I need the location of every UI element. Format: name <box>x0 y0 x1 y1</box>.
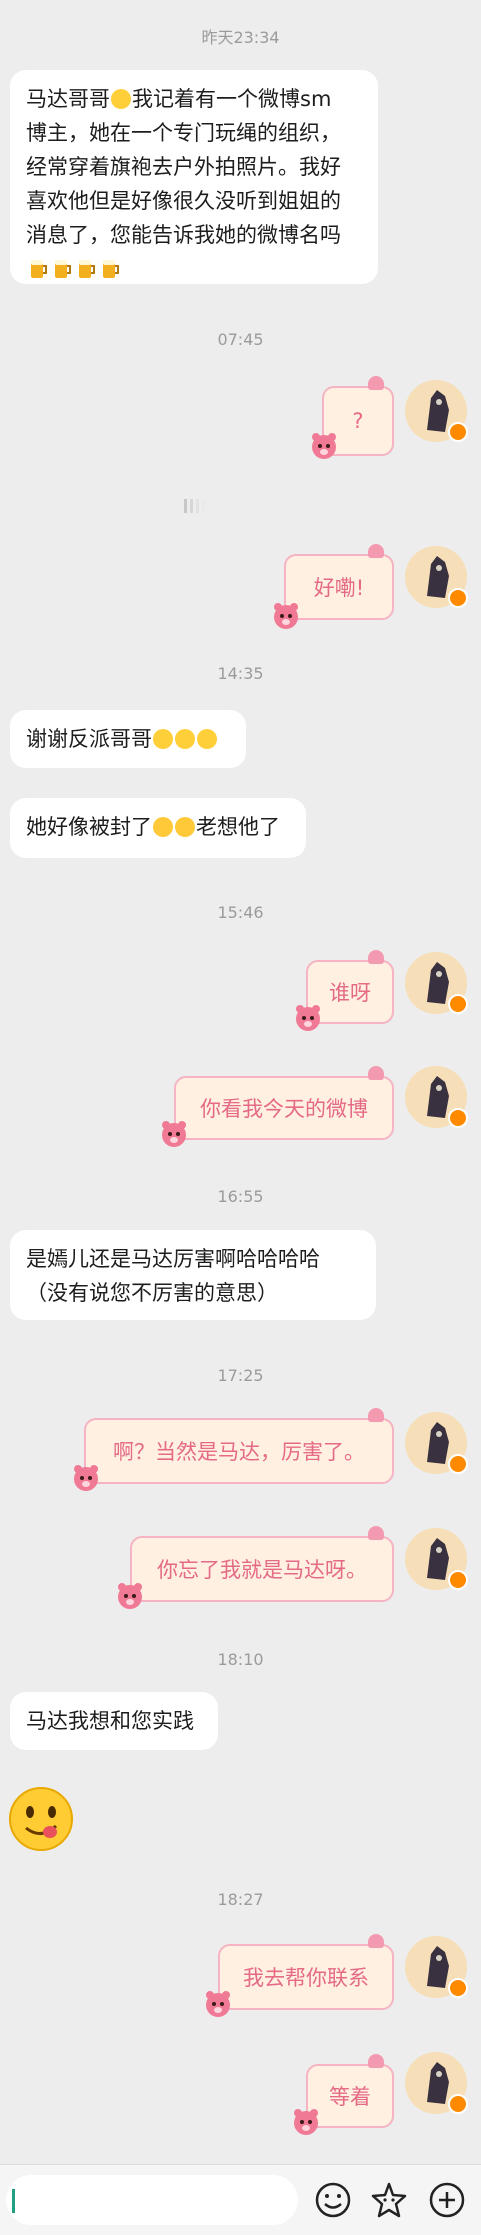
message-text: 她好像被封了 <box>26 815 152 839</box>
text-cursor <box>12 2189 15 2213</box>
strawberry-bear-sticker-icon <box>116 1582 144 1610</box>
strawberry-bear-sticker-icon <box>292 2108 320 2136</box>
shocked-emoji-icon <box>153 729 173 749</box>
verified-badge-icon <box>448 1454 468 1474</box>
timestamp: 15:46 <box>217 903 264 922</box>
verified-badge-icon <box>448 1978 468 1998</box>
beer-emoji-icon <box>29 256 47 278</box>
message-text: 马达我想和您实践 <box>26 1709 194 1733</box>
message-line: 消息了，您能告诉我她的微博名吗 <box>26 223 341 247</box>
message-line: 马达哥哥 我记着有一个微博sm <box>26 87 332 111</box>
heart-decoration-icon <box>368 1408 384 1422</box>
message-text: ? <box>352 409 364 433</box>
message-input[interactable] <box>6 2175 298 2225</box>
message-text: 谁呀 <box>329 981 371 1005</box>
strawberry-bear-sticker-icon <box>72 1464 100 1492</box>
crying-emoji-icon <box>175 817 195 837</box>
verified-badge-icon <box>448 2094 468 2114</box>
strawberry-bear-sticker-icon <box>310 432 338 460</box>
incoming-message[interactable]: 马达哥哥 我记着有一个微博sm 博主，她在一个专门玩绳的组织， 经常穿着旗袍去户外… <box>10 70 378 284</box>
surprised-emoji-icon <box>197 729 217 749</box>
beer-emoji-icon <box>77 256 95 278</box>
emoji-row <box>26 252 362 286</box>
message-text: 你看我今天的微博 <box>200 1097 368 1121</box>
incoming-message[interactable]: 她好像被封了 老想他了 <box>10 798 306 858</box>
timestamp: 17:25 <box>217 1366 264 1385</box>
outgoing-message[interactable]: 好嘞! <box>284 544 394 620</box>
heart-decoration-icon <box>368 2054 384 2068</box>
strawberry-bear-sticker-icon <box>294 1004 322 1032</box>
beer-emoji-icon <box>101 256 119 278</box>
message-text: 我去帮你联系 <box>243 1966 369 1990</box>
timestamp: 14:35 <box>217 664 264 683</box>
strawberry-bear-sticker-icon <box>272 602 300 630</box>
smile-emoji-icon <box>111 89 131 109</box>
loading-indicator <box>184 498 214 513</box>
heart-decoration-icon <box>368 544 384 558</box>
timestamp: 18:27 <box>217 1890 264 1909</box>
message-line: （没有说您不厉害的意思） <box>26 1281 278 1305</box>
strawberry-bear-sticker-icon <box>204 1990 232 2018</box>
message-line: 经常穿着旗袍去户外拍照片。我好 <box>26 155 341 179</box>
crying-emoji-icon <box>153 817 173 837</box>
message-text: 谢谢反派哥哥 <box>26 727 152 751</box>
timestamp: 07:45 <box>217 330 264 349</box>
heart-decoration-icon <box>368 1066 384 1080</box>
surprised-emoji-icon <box>175 729 195 749</box>
heart-decoration-icon <box>368 1526 384 1540</box>
message-line: 博主，她在一个专门玩绳的组织， <box>26 121 341 145</box>
plus-icon[interactable] <box>428 2181 466 2219</box>
verified-badge-icon <box>448 422 468 442</box>
sticker-icon[interactable] <box>370 2181 408 2219</box>
chat-input-bar <box>0 2164 481 2235</box>
message-text: 你忘了我就是马达呀。 <box>157 1558 367 1582</box>
message-text: 等着 <box>329 2085 371 2109</box>
timestamp: 昨天23:34 <box>201 28 280 47</box>
timestamp: 16:55 <box>217 1187 264 1206</box>
message-text: 老想他了 <box>196 815 280 839</box>
message-text: 啊？当然是马达，厉害了。 <box>113 1440 365 1464</box>
message-line: 喜欢他但是好像很久没听到姐姐的 <box>26 189 341 213</box>
verified-badge-icon <box>448 994 468 1014</box>
message-line: 是嫣儿还是马达厉害啊哈哈哈哈 <box>26 1247 320 1271</box>
incoming-message[interactable]: 谢谢反派哥哥 <box>10 710 246 768</box>
incoming-message[interactable]: 是嫣儿还是马达厉害啊哈哈哈哈 （没有说您不厉害的意思） <box>10 1230 376 1320</box>
outgoing-message[interactable]: 你忘了我就是马达呀。 <box>130 1526 394 1602</box>
verified-badge-icon <box>448 1570 468 1590</box>
tongue-emoji-icon <box>8 1786 74 1852</box>
message-text: 好嘞! <box>313 576 365 600</box>
beer-emoji-icon <box>53 256 71 278</box>
strawberry-bear-sticker-icon <box>160 1120 188 1148</box>
heart-decoration-icon <box>368 376 384 390</box>
timestamp: 18:10 <box>217 1650 264 1669</box>
heart-decoration-icon <box>368 1934 384 1948</box>
outgoing-message[interactable]: 你看我今天的微博 <box>174 1066 394 1140</box>
emoji-icon[interactable] <box>314 2181 352 2219</box>
incoming-message[interactable]: 马达我想和您实践 <box>10 1692 218 1750</box>
verified-badge-icon <box>448 1108 468 1128</box>
outgoing-message[interactable]: 我去帮你联系 <box>218 1934 394 2010</box>
verified-badge-icon <box>448 588 468 608</box>
heart-decoration-icon <box>368 950 384 964</box>
outgoing-message[interactable]: 啊？当然是马达，厉害了。 <box>84 1408 394 1484</box>
